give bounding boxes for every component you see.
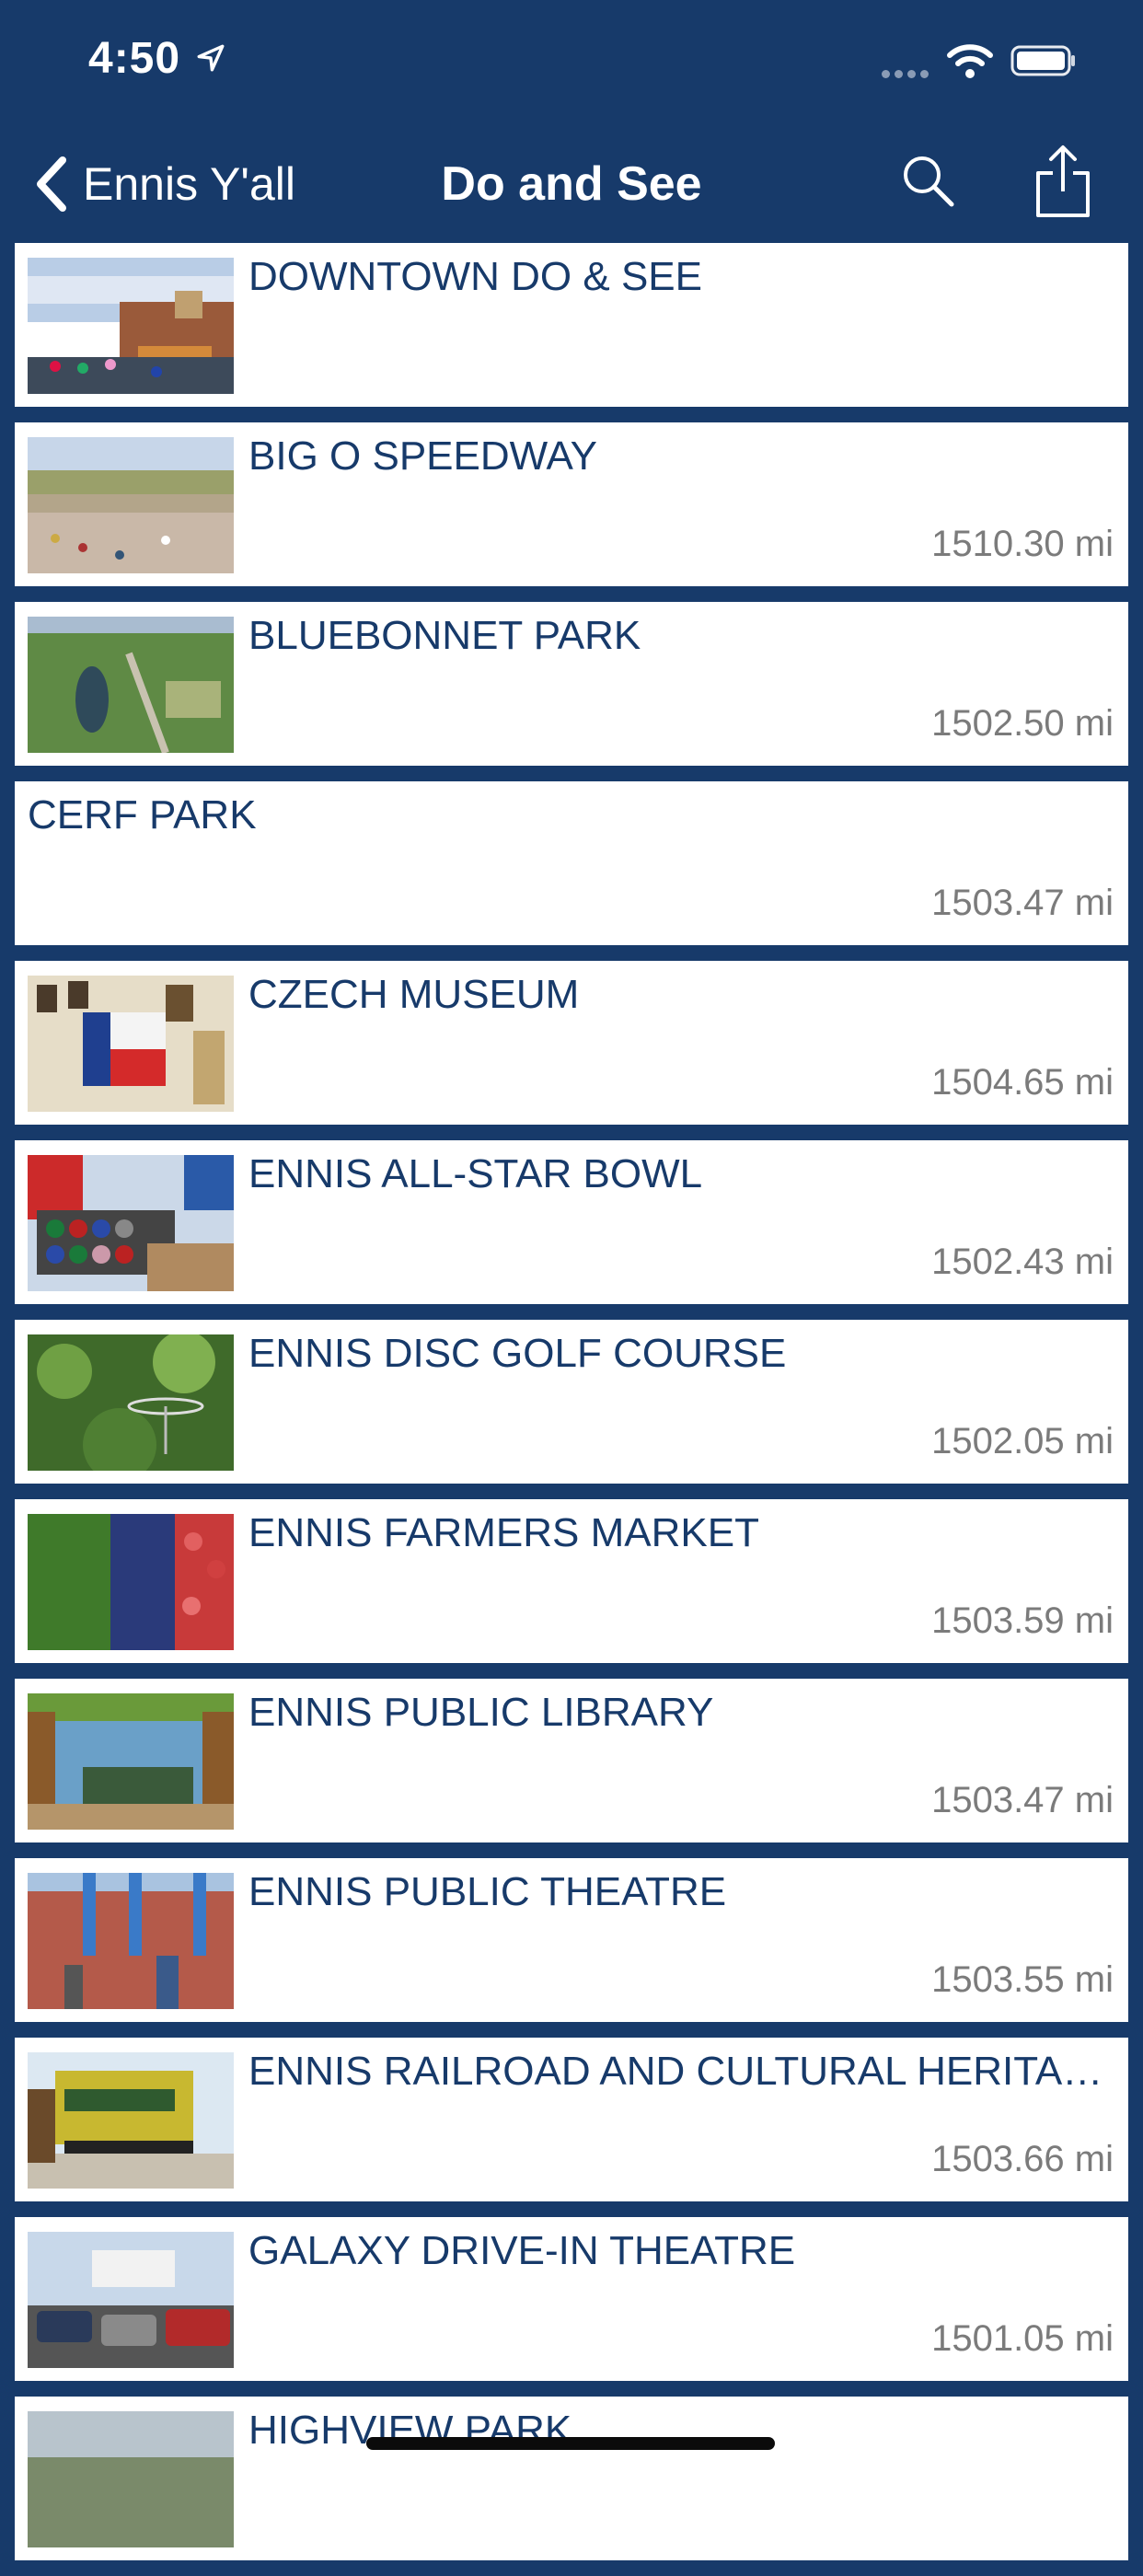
downtown-photo [28, 258, 234, 394]
list-item[interactable]: HIGHVIEW PARK [15, 2397, 1128, 2560]
museum-photo [28, 976, 234, 1112]
list-item[interactable]: ENNIS PUBLIC LIBRARY 1503.47 mi [15, 1679, 1128, 1842]
list-item-distance: 1503.66 mi [931, 2139, 1114, 2179]
list-item[interactable]: GALAXY DRIVE-IN THEATRE 1501.05 mi [15, 2217, 1128, 2381]
wifi-icon [947, 44, 993, 78]
produce-photo [28, 1514, 234, 1650]
railcar-photo [28, 2052, 234, 2189]
drive-in-photo [28, 2232, 234, 2368]
list-item[interactable]: BIG O SPEEDWAY 1510.30 mi [15, 422, 1128, 586]
list-item-title: ENNIS PUBLIC THEATRE [248, 1869, 727, 1914]
list-item-title: DOWNTOWN DO & SEE [248, 254, 702, 299]
list-item[interactable]: ENNIS DISC GOLF COURSE 1502.05 mi [15, 1320, 1128, 1484]
status-time: 4:50 [88, 34, 181, 83]
home-indicator[interactable] [366, 2437, 775, 2450]
list-item-title: ENNIS ALL-STAR BOWL [248, 1151, 703, 1196]
list-item-distance: 1501.05 mi [931, 2318, 1114, 2359]
highview-photo [28, 2411, 234, 2547]
list-item-distance: 1502.05 mi [931, 1421, 1114, 1461]
places-list: DOWNTOWN DO & SEE BIG O SPEEDWAY 1510.30… [15, 243, 1128, 2576]
park-aerial-photo [28, 617, 234, 753]
list-item-distance: 1502.43 mi [931, 1242, 1114, 1282]
theatre-photo [28, 1873, 234, 2009]
list-item[interactable]: ENNIS PUBLIC THEATRE 1503.55 mi [15, 1858, 1128, 2022]
list-item-title: CZECH MUSEUM [248, 972, 580, 1017]
search-icon[interactable] [898, 151, 957, 210]
list-item-distance: 1510.30 mi [931, 524, 1114, 564]
list-item[interactable]: CZECH MUSEUM 1504.65 mi [15, 961, 1128, 1125]
list-item[interactable]: DOWNTOWN DO & SEE [15, 243, 1128, 407]
library-photo [28, 1693, 234, 1830]
list-item-title: ENNIS PUBLIC LIBRARY [248, 1690, 714, 1735]
list-item-distance: 1503.59 mi [931, 1600, 1114, 1641]
list-item-title: CERF PARK [28, 792, 257, 837]
list-item[interactable]: ENNIS ALL-STAR BOWL 1502.43 mi [15, 1140, 1128, 1304]
list-item[interactable]: CERF PARK 1503.47 mi [15, 781, 1128, 945]
list-item[interactable]: BLUEBONNET PARK 1502.50 mi [15, 602, 1128, 766]
battery-icon [1010, 45, 1075, 76]
list-item-distance: 1503.55 mi [931, 1959, 1114, 2000]
navigation-bar: Ennis Y'all Do and See [0, 129, 1143, 243]
location-arrow-icon [197, 44, 225, 72]
list-item-distance: 1503.47 mi [931, 1780, 1114, 1820]
disc-golf-photo [28, 1334, 234, 1471]
back-button-label: Ennis Y'all [83, 158, 295, 210]
list-item-title: ENNIS RAILROAD AND CULTURAL HERITAG... [248, 2049, 1114, 2094]
status-bar: 4:50 [0, 0, 1143, 120]
share-icon[interactable] [1033, 144, 1093, 219]
list-item-title: BIG O SPEEDWAY [248, 433, 597, 479]
chevron-left-icon [37, 156, 66, 212]
cellular-signal-icon [882, 66, 935, 78]
list-item-title: ENNIS FARMERS MARKET [248, 1510, 759, 1555]
list-item-distance: 1503.47 mi [931, 883, 1114, 923]
bowling-photo [28, 1155, 234, 1291]
list-item-title: GALAXY DRIVE-IN THEATRE [248, 2228, 796, 2273]
list-item[interactable]: ENNIS RAILROAD AND CULTURAL HERITAG... 1… [15, 2038, 1128, 2201]
speedway-photo [28, 437, 234, 573]
list-item-title: BLUEBONNET PARK [248, 613, 641, 658]
back-button[interactable]: Ennis Y'all [33, 147, 295, 221]
list-item-distance: 1502.50 mi [931, 703, 1114, 744]
list-item-distance: 1504.65 mi [931, 1062, 1114, 1103]
list-item[interactable]: ENNIS FARMERS MARKET 1503.59 mi [15, 1499, 1128, 1663]
list-item-title: ENNIS DISC GOLF COURSE [248, 1331, 787, 1376]
